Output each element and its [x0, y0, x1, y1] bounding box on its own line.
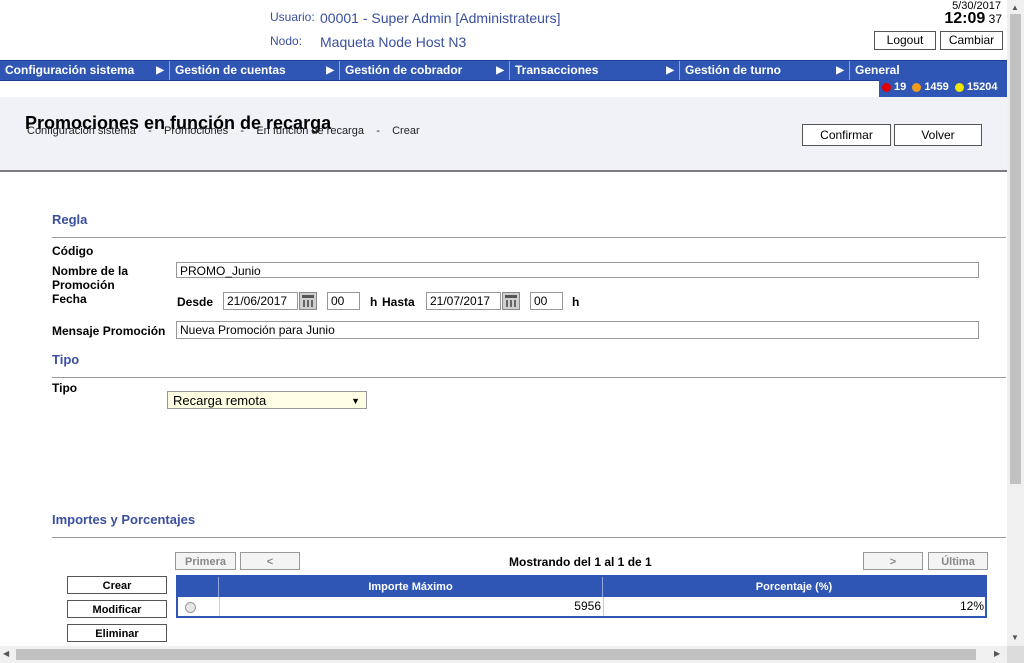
submenu-arrow-icon: ▶: [666, 65, 674, 76]
breadcrumb-separator: -: [148, 125, 152, 137]
menu-label: Gestión de turno: [685, 63, 781, 77]
submenu-arrow-icon: ▶: [326, 65, 334, 76]
from-calendar-icon[interactable]: [299, 292, 317, 310]
menu-general[interactable]: General: [850, 61, 1007, 80]
change-button[interactable]: Cambiar: [940, 31, 1003, 50]
from-label: Desde: [177, 295, 214, 309]
breadcrumb-separator: -: [376, 125, 380, 137]
submenu-arrow-icon: ▶: [496, 65, 504, 76]
vertical-scrollbar[interactable]: ▲ ▼: [1007, 0, 1024, 646]
menu-collector[interactable]: Gestión de cobrador ▶: [340, 61, 510, 80]
column-header: Importe Máximo: [219, 577, 603, 597]
back-button[interactable]: Volver: [894, 124, 982, 146]
breadcrumb: Configuración sistema - Promociones - En…: [27, 125, 420, 137]
prev-page-button[interactable]: <: [240, 552, 300, 570]
type-section-title: Tipo: [52, 352, 80, 367]
section-divider: [52, 377, 1006, 378]
create-button[interactable]: Crear: [67, 576, 167, 594]
node-label: Nodo:: [270, 34, 303, 48]
next-page-button[interactable]: >: [863, 552, 923, 570]
breadcrumb-item[interactable]: En función de recarga: [256, 125, 364, 137]
scroll-left-icon[interactable]: ◀: [3, 649, 9, 658]
scroll-up-icon[interactable]: ▲: [1011, 3, 1019, 12]
message-label: Mensaje Promoción: [52, 324, 166, 338]
breadcrumb-item[interactable]: Promociones: [164, 125, 228, 137]
type-select[interactable]: Recarga remota ▼: [167, 391, 367, 409]
modify-button[interactable]: Modificar: [67, 600, 167, 618]
menu-label: Transacciones: [515, 63, 599, 77]
promo-name-input[interactable]: PROMO_Junio: [176, 262, 979, 278]
menu-label: Gestión de cuentas: [175, 63, 286, 77]
menu-label: Configuración sistema: [5, 63, 135, 77]
section-divider: [52, 237, 1006, 238]
logout-button[interactable]: Logout: [874, 31, 936, 50]
type-select-value: Recarga remota: [173, 393, 267, 408]
vertical-scroll-thumb[interactable]: [1010, 14, 1021, 484]
red-alert-icon: [882, 82, 891, 92]
scrollbar-corner: [1007, 646, 1024, 663]
to-calendar-icon[interactable]: [502, 292, 520, 310]
amounts-table: Importe Máximo Porcentaje (%) 5956 12%: [176, 575, 987, 618]
breadcrumb-separator: -: [240, 125, 245, 137]
menu-system-config[interactable]: Configuración sistema ▶: [0, 61, 170, 80]
menu-accounts[interactable]: Gestión de cuentas ▶: [170, 61, 340, 80]
menu-transactions[interactable]: Transacciones ▶: [510, 61, 680, 80]
to-hour-input[interactable]: 00: [530, 292, 563, 310]
column-header: Porcentaje (%): [603, 577, 985, 597]
breadcrumb-item[interactable]: Configuración sistema: [27, 125, 136, 137]
from-date-input[interactable]: 21/06/2017: [223, 292, 298, 310]
first-page-button[interactable]: Primera: [175, 552, 236, 570]
horizontal-scroll-thumb[interactable]: [16, 649, 976, 660]
clock: 12:09 37: [944, 10, 1002, 28]
yellow-alert-icon: [954, 82, 964, 92]
orange-alert-count: 1459: [924, 81, 949, 93]
section-divider: [52, 537, 1006, 538]
from-hour-input[interactable]: 00: [327, 292, 360, 310]
to-label: Hasta: [382, 295, 415, 309]
row-select-radio[interactable]: [185, 602, 196, 613]
to-hour-unit: h: [572, 295, 580, 309]
confirm-button[interactable]: Confirmar: [802, 124, 891, 146]
breadcrumb-current: Crear: [392, 125, 420, 137]
horizontal-scrollbar[interactable]: ◀ ▶: [0, 646, 1007, 663]
dropdown-arrow-icon: ▼: [351, 396, 360, 406]
clock-time: 12:09: [944, 10, 986, 27]
percentage-cell: 12%: [603, 597, 984, 616]
red-alert-count: 19: [894, 81, 907, 93]
date-label: Fecha: [52, 292, 87, 306]
from-hour-unit: h: [370, 295, 378, 309]
yellow-alert-count: 15204: [966, 81, 998, 93]
code-label: Código: [52, 244, 94, 258]
select-column-header: [178, 577, 219, 597]
delete-button[interactable]: Eliminar: [67, 624, 167, 642]
menu-label: Gestión de cobrador: [345, 63, 463, 77]
menu-label: General: [855, 63, 900, 77]
user-value: 00001 - Super Admin [Administrateurs]: [320, 10, 561, 26]
node-value: Maqueta Node Host N3: [320, 34, 467, 50]
rule-section-title: Regla: [52, 212, 88, 227]
submenu-arrow-icon: ▶: [836, 65, 844, 76]
user-label: Usuario:: [270, 10, 315, 24]
type-label: Tipo: [52, 381, 78, 395]
main-menu: Configuración sistema ▶ Gestión de cuent…: [0, 60, 1007, 81]
orange-alert-icon: [912, 82, 922, 92]
menu-shift[interactable]: Gestión de turno ▶: [680, 61, 850, 80]
amounts-section-title: Importes y Porcentajes: [52, 512, 196, 527]
max-amount-cell: 5956: [219, 597, 601, 616]
pagination-info: Mostrando del 1 al 1 de 1: [509, 555, 652, 569]
clock-seconds: 37: [988, 12, 1002, 26]
submenu-arrow-icon: ▶: [156, 65, 164, 76]
scroll-right-icon[interactable]: ▶: [994, 649, 1000, 658]
alert-status-bar: 19 1459 15204: [879, 79, 1007, 97]
message-input[interactable]: Nueva Promoción para Junio: [176, 321, 979, 339]
last-page-button[interactable]: Última: [928, 552, 988, 570]
to-date-input[interactable]: 21/07/2017: [426, 292, 501, 310]
promo-name-label: Nombre de la Promoción: [52, 264, 129, 292]
scroll-down-icon[interactable]: ▼: [1011, 633, 1019, 642]
